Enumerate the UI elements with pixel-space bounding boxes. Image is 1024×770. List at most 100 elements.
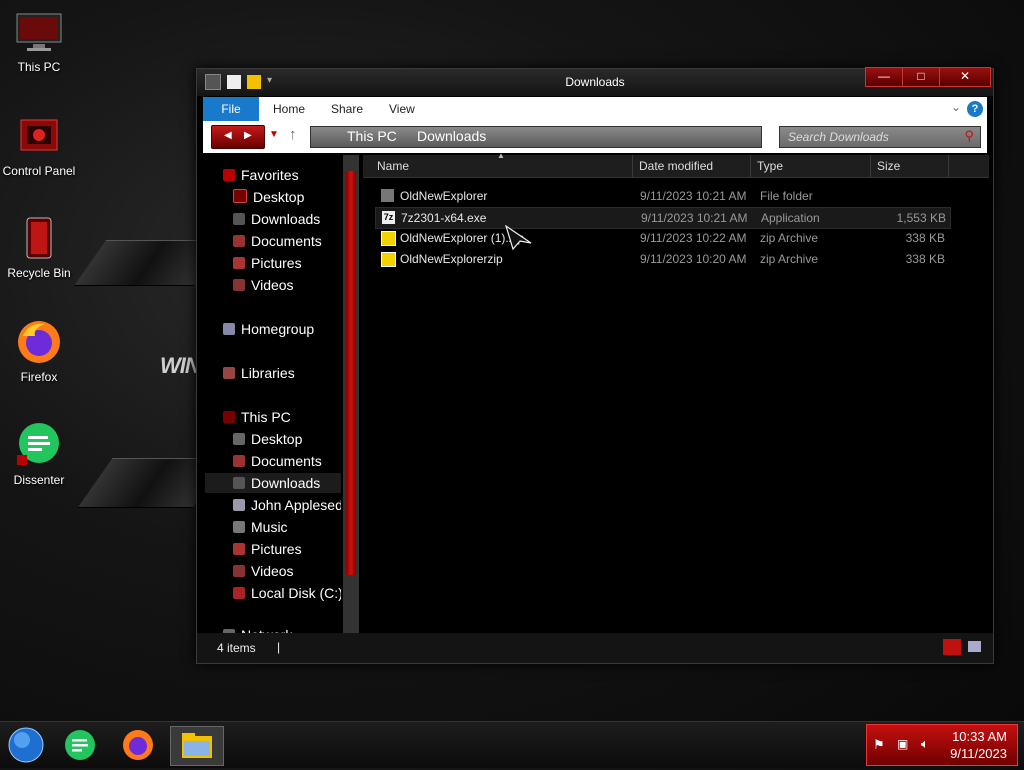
nav-favorites[interactable]: Favorites xyxy=(223,165,299,185)
address-bar-row: ◀ ▶ ▼ ↑ This PC Downloads Search Downloa… xyxy=(203,121,987,153)
up-arrow-icon[interactable]: ↑ xyxy=(289,126,297,143)
nav-item-local-disk[interactable]: Local Disk (C:) xyxy=(233,583,341,603)
videos-icon xyxy=(233,279,245,291)
dissenter-icon xyxy=(65,730,95,760)
tab-view[interactable]: View xyxy=(389,97,415,121)
nav-item-desktop[interactable]: Desktop xyxy=(233,187,304,207)
scrollbar-thumb[interactable] xyxy=(346,171,356,575)
nav-item-downloads-selected[interactable]: Downloads xyxy=(205,473,341,493)
network-icon[interactable]: ▣ xyxy=(897,737,908,751)
file-date: 9/11/2023 10:22 AM xyxy=(640,231,747,245)
desktop-icon-control-panel[interactable]: Control Panel xyxy=(0,112,78,178)
desktop-icon-firefox[interactable]: Firefox xyxy=(0,318,78,384)
nav-item-documents[interactable]: Documents xyxy=(233,231,322,251)
forward-icon[interactable]: ▶ xyxy=(244,130,252,141)
drive-icon xyxy=(233,587,245,599)
taskbar: ⚑ ▣ 🔈︎ 10:33 AM 9/11/2023 xyxy=(0,721,1024,768)
mouse-cursor-icon xyxy=(505,225,532,251)
item-count: 4 items xyxy=(217,641,256,655)
maximize-button[interactable]: □ xyxy=(902,67,940,87)
tab-home[interactable]: Home xyxy=(273,97,305,121)
column-header-date[interactable]: Date modified xyxy=(633,155,751,177)
zip-icon xyxy=(381,231,396,246)
recent-locations-icon[interactable]: ▼ xyxy=(269,129,279,140)
desktop-icon-dissenter[interactable]: Dissenter xyxy=(0,421,78,487)
firefox-icon xyxy=(123,730,153,760)
file-date: 9/11/2023 10:21 AM xyxy=(641,211,748,225)
nav-item-videos[interactable]: Videos xyxy=(233,561,294,581)
desktop-icon-label: Firefox xyxy=(20,370,58,384)
documents-icon xyxy=(233,455,245,467)
clock-time: 10:33 AM xyxy=(952,729,1007,744)
status-separator: | xyxy=(277,640,281,654)
file-row[interactable]: 7z 7z2301-x64.exe 9/11/2023 10:21 AM App… xyxy=(375,207,951,229)
breadcrumb[interactable]: This PC Downloads xyxy=(310,126,762,148)
documents-icon xyxy=(233,235,245,247)
volume-icon[interactable]: 🔈︎ xyxy=(921,736,929,752)
close-button[interactable]: ✕ xyxy=(939,67,991,87)
title-bar[interactable]: ▾ Downloads — □ ✕ xyxy=(197,67,993,96)
taskbar-dissenter[interactable] xyxy=(56,726,104,764)
details-view-icon[interactable] xyxy=(943,639,961,655)
status-bar: 4 items | xyxy=(197,633,993,663)
help-icon[interactable]: ? xyxy=(967,101,983,117)
column-header-type[interactable]: Type xyxy=(751,155,871,177)
control-panel-icon xyxy=(15,112,63,160)
desktop-icon-label: This PC xyxy=(17,60,61,74)
column-header-row: Name Date modified Type Size ▲ xyxy=(363,151,989,178)
action-center-flag-icon[interactable]: ⚑ xyxy=(873,737,885,753)
large-icons-view-icon[interactable] xyxy=(968,641,981,652)
nav-item-music[interactable]: Music xyxy=(233,517,288,537)
search-input[interactable]: Search Downloads ⚲ xyxy=(779,126,981,148)
downloads-icon xyxy=(233,213,245,225)
nav-item-pictures[interactable]: Pictures xyxy=(233,253,302,273)
nav-pane-scrollbar[interactable] xyxy=(343,155,359,635)
breadcrumb-item[interactable]: This PC xyxy=(347,128,397,144)
nav-libraries[interactable]: Libraries xyxy=(223,363,295,383)
column-header-size[interactable]: Size xyxy=(871,155,949,177)
start-button[interactable] xyxy=(2,726,50,764)
explorer-window: ▾ Downloads — □ ✕ File Home Share View ⌄… xyxy=(196,67,994,664)
desktop-icon-this-pc[interactable]: This PC xyxy=(0,8,78,74)
ribbon-expand-icon[interactable]: ⌄ xyxy=(951,100,961,114)
desktop-icon-recycle-bin[interactable]: Recycle Bin xyxy=(0,214,78,280)
file-type: zip Archive xyxy=(760,252,819,266)
ribbon-tabs: File Home Share View ⌄ ? xyxy=(203,97,987,121)
breadcrumb-item[interactable]: Downloads xyxy=(417,128,486,144)
desktop-icon-label: Control Panel xyxy=(2,164,76,178)
search-icon: ⚲ xyxy=(964,128,974,143)
taskbar-file-explorer[interactable] xyxy=(170,726,224,766)
nav-homegroup[interactable]: Homegroup xyxy=(223,319,314,339)
file-date: 9/11/2023 10:20 AM xyxy=(640,252,747,266)
file-explorer-icon xyxy=(182,733,212,758)
tab-file[interactable]: File xyxy=(203,97,259,121)
star-icon xyxy=(223,169,235,181)
file-row[interactable]: OldNewExplorer 9/11/2023 10:21 AM File f… xyxy=(375,186,949,206)
user-icon xyxy=(233,499,245,511)
nav-this-pc[interactable]: This PC xyxy=(223,407,291,427)
tab-share[interactable]: Share xyxy=(331,97,363,121)
music-icon xyxy=(233,521,245,533)
nav-item-downloads[interactable]: Downloads xyxy=(233,209,320,229)
search-placeholder: Search Downloads xyxy=(788,130,889,144)
nav-item-pictures[interactable]: Pictures xyxy=(233,539,302,559)
nav-item-videos[interactable]: Videos xyxy=(233,275,294,295)
file-name: OldNewExplorerzip xyxy=(400,252,503,266)
downloads-icon xyxy=(233,477,245,489)
pictures-icon xyxy=(233,543,245,555)
clock[interactable]: 10:33 AM 9/11/2023 xyxy=(950,728,1007,762)
nav-item-documents[interactable]: Documents xyxy=(233,451,322,471)
folder-icon xyxy=(381,189,394,202)
file-row[interactable]: OldNewExplorerzip 9/11/2023 10:20 AM zip… xyxy=(375,249,949,269)
minimize-button[interactable]: — xyxy=(865,67,903,87)
taskbar-firefox[interactable] xyxy=(114,726,162,764)
nav-item-desktop[interactable]: Desktop xyxy=(233,429,302,449)
nav-item-user-folder[interactable]: John Applesed ( xyxy=(233,495,341,515)
back-icon[interactable]: ◀ xyxy=(224,130,232,141)
file-date: 9/11/2023 10:21 AM xyxy=(640,189,747,203)
file-row[interactable]: OldNewExplorer (1).zip 9/11/2023 10:22 A… xyxy=(375,228,949,248)
back-forward-buttons[interactable]: ◀ ▶ xyxy=(211,125,265,149)
firefox-icon xyxy=(15,318,63,366)
system-tray: ⚑ ▣ 🔈︎ 10:33 AM 9/11/2023 xyxy=(866,724,1018,766)
start-orb-icon xyxy=(8,727,44,763)
